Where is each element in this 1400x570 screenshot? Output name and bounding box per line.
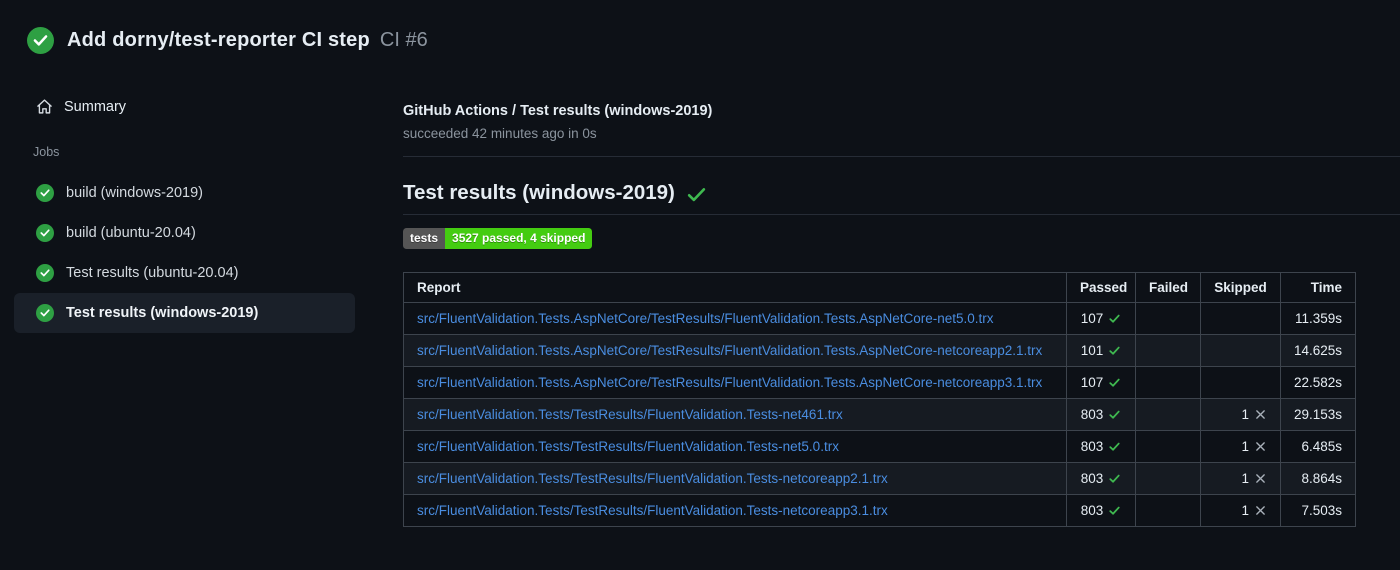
success-check-circle-icon (36, 304, 54, 322)
column-header-skipped: Skipped (1200, 272, 1281, 303)
divider (403, 156, 1400, 157)
badge-label: tests (403, 228, 446, 249)
x-icon (1256, 474, 1265, 483)
passed-count: 107 (1080, 311, 1104, 326)
success-check-circle-icon (36, 184, 54, 202)
check-icon (1109, 506, 1120, 515)
table-row: src/FluentValidation.Tests.AspNetCore/Te… (403, 334, 1356, 367)
failed-cell (1135, 302, 1201, 335)
success-check-icon (687, 187, 706, 201)
check-icon (1109, 346, 1120, 355)
success-check-circle-icon (36, 224, 54, 242)
sidebar-item-summary[interactable]: Summary (24, 92, 354, 121)
passed-count: 803 (1080, 407, 1104, 422)
time-cell: 14.625s (1280, 334, 1356, 367)
time-cell: 29.153s (1280, 398, 1356, 431)
report-link[interactable]: src/FluentValidation.Tests.AspNetCore/Te… (417, 311, 994, 326)
failed-cell (1135, 462, 1201, 495)
time-cell: 6.485s (1280, 430, 1356, 463)
failed-cell (1135, 398, 1201, 431)
table-row: src/FluentValidation.Tests.AspNetCore/Te… (403, 302, 1356, 335)
success-check-circle-icon (27, 27, 54, 54)
sidebar-job-label: build (ubuntu-20.04) (66, 225, 196, 241)
results-heading-text: Test results (windows-2019) (403, 181, 675, 204)
run-header: Add dorny/test-reporter CI step CI #6 (27, 27, 428, 54)
success-check-circle-icon (36, 264, 54, 282)
x-icon (1256, 506, 1265, 515)
sidebar-job-item-0[interactable]: build (windows-2019) (14, 173, 355, 213)
column-header-failed: Failed (1135, 272, 1201, 303)
report-link[interactable]: src/FluentValidation.Tests.AspNetCore/Te… (417, 375, 1042, 390)
report-link[interactable]: src/FluentValidation.Tests/TestResults/F… (417, 439, 839, 454)
jobs-section-label: Jobs (33, 145, 60, 159)
skipped-count: 1 (1241, 407, 1249, 422)
workflow-run-number: CI #6 (379, 29, 428, 51)
time-cell: 22.582s (1280, 366, 1356, 399)
passed-count: 107 (1080, 375, 1104, 390)
skipped-count: 1 (1241, 439, 1249, 454)
sidebar-job-label: Test results (windows-2019) (66, 305, 259, 321)
results-section-heading: Test results (windows-2019) (403, 181, 1400, 215)
table-header-row: Report Passed Failed Skipped Time (403, 272, 1356, 303)
sidebar-job-label: build (windows-2019) (66, 185, 204, 201)
x-icon (1256, 442, 1265, 451)
passed-count: 101 (1080, 343, 1104, 358)
sidebar-job-item-2[interactable]: Test results (ubuntu-20.04) (14, 253, 355, 293)
time-cell: 7.503s (1280, 494, 1356, 527)
failed-cell (1135, 430, 1201, 463)
passed-count: 803 (1080, 503, 1104, 518)
column-header-report: Report (403, 272, 1067, 303)
sidebar-job-item-1[interactable]: build (ubuntu-20.04) (14, 213, 355, 253)
check-icon (1109, 314, 1120, 323)
sidebar-job-label: Test results (ubuntu-20.04) (66, 265, 239, 281)
sidebar-summary-label: Summary (64, 98, 127, 115)
check-run-status-line: succeeded 42 minutes ago in 0s (403, 126, 597, 141)
report-link[interactable]: src/FluentValidation.Tests/TestResults/F… (417, 471, 888, 486)
sidebar-job-item-3[interactable]: Test results (windows-2019) (14, 293, 355, 333)
failed-cell (1135, 366, 1201, 399)
home-icon (37, 99, 52, 114)
check-run-title: GitHub Actions / Test results (windows-2… (403, 103, 713, 119)
report-link[interactable]: src/FluentValidation.Tests/TestResults/F… (417, 503, 888, 518)
table-row: src/FluentValidation.Tests/TestResults/F… (403, 398, 1356, 431)
skipped-count: 1 (1241, 503, 1249, 518)
passed-count: 803 (1080, 439, 1104, 454)
time-cell: 8.864s (1280, 462, 1356, 495)
report-link[interactable]: src/FluentValidation.Tests/TestResults/F… (417, 407, 843, 422)
x-icon (1256, 410, 1265, 419)
test-results-table: Report Passed Failed Skipped Time src/Fl… (403, 272, 1356, 527)
jobs-list: build (windows-2019) build (ubuntu-20.04… (14, 173, 355, 333)
workflow-run-title: Add dorny/test-reporter CI step (67, 29, 370, 51)
report-link[interactable]: src/FluentValidation.Tests.AspNetCore/Te… (417, 343, 1042, 358)
column-header-time: Time (1280, 272, 1356, 303)
column-header-passed: Passed (1066, 272, 1136, 303)
table-row: src/FluentValidation.Tests/TestResults/F… (403, 430, 1356, 463)
table-row: src/FluentValidation.Tests/TestResults/F… (403, 462, 1356, 495)
failed-cell (1135, 494, 1201, 527)
check-icon (1109, 442, 1120, 451)
badge-value: 3527 passed, 4 skipped (445, 228, 593, 249)
check-icon (1109, 474, 1120, 483)
table-row: src/FluentValidation.Tests/TestResults/F… (403, 494, 1356, 527)
check-icon (1109, 378, 1120, 387)
check-icon (1109, 410, 1120, 419)
table-row: src/FluentValidation.Tests.AspNetCore/Te… (403, 366, 1356, 399)
skipped-count: 1 (1241, 471, 1249, 486)
time-cell: 11.359s (1280, 302, 1356, 335)
failed-cell (1135, 334, 1201, 367)
tests-badge: tests 3527 passed, 4 skipped (403, 228, 593, 249)
passed-count: 803 (1080, 471, 1104, 486)
